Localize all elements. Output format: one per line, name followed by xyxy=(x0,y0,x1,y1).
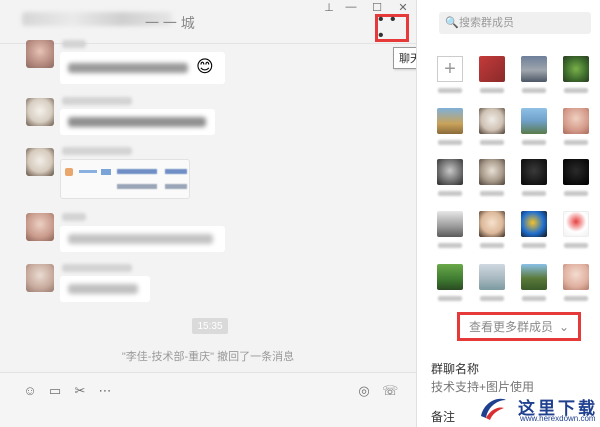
member-name-blurred xyxy=(438,88,462,93)
logo-icon xyxy=(481,398,506,420)
watermark-url: www.herexdown.com xyxy=(520,414,596,423)
member-name-blurred xyxy=(564,296,588,301)
member-avatar[interactable] xyxy=(521,264,547,290)
view-more-members-label: 查看更多群成员 xyxy=(468,320,553,334)
message-text-blurred xyxy=(68,284,138,294)
folder-icon[interactable]: ▭ xyxy=(47,383,63,399)
member-avatar[interactable] xyxy=(521,56,547,82)
message-text-blurred xyxy=(68,117,206,127)
chat-info-button[interactable]: • • • xyxy=(375,11,409,44)
more-icon: • • • xyxy=(378,11,397,44)
member-avatar[interactable] xyxy=(479,108,505,134)
member-avatar[interactable] xyxy=(437,264,463,290)
member-avatar[interactable] xyxy=(521,159,547,185)
search-placeholder: 搜索群成员 xyxy=(459,17,514,29)
member-avatar[interactable] xyxy=(563,264,589,290)
member-name-blurred xyxy=(438,296,462,301)
member-avatar[interactable] xyxy=(563,56,589,82)
member-name-blurred xyxy=(564,191,588,196)
watermark-logo: 这里下载 www.herexdown.com xyxy=(470,392,600,427)
message-text-blurred xyxy=(68,234,213,244)
member-avatar[interactable] xyxy=(521,211,547,237)
member-avatar[interactable] xyxy=(437,108,463,134)
member-name-blurred xyxy=(438,140,462,145)
member-name-blurred xyxy=(480,296,504,301)
group-title: 一 一 城 xyxy=(145,15,195,31)
chevron-down-icon: ⌄ xyxy=(558,319,570,334)
message-text-blurred xyxy=(68,63,188,73)
member-name-blurred xyxy=(522,243,546,248)
avatar[interactable] xyxy=(26,213,54,241)
sender-name-blurred xyxy=(62,97,132,105)
member-avatar[interactable] xyxy=(479,211,505,237)
add-member-button[interactable]: + xyxy=(437,56,463,82)
member-name-blurred xyxy=(522,88,546,93)
member-avatar[interactable] xyxy=(563,108,589,134)
message-bubble[interactable] xyxy=(60,226,225,252)
member-search-input[interactable]: 🔍 搜索群成员 xyxy=(439,12,591,34)
member-name-blurred xyxy=(480,88,504,93)
message-bubble[interactable]: 😊 xyxy=(60,52,225,84)
recall-notice: "李佳-技术部-重庆" 撤回了一条消息 xyxy=(121,351,295,363)
message-bubble[interactable] xyxy=(60,276,150,302)
message-bubble[interactable] xyxy=(60,109,215,135)
image-element xyxy=(101,169,111,175)
sender-name-blurred xyxy=(62,264,132,272)
member-name-blurred xyxy=(438,191,462,196)
emoji-smile: 😊 xyxy=(196,57,214,76)
voice-call-icon[interactable]: ◎ xyxy=(356,383,372,399)
scissors-icon[interactable]: ✂ xyxy=(72,383,88,399)
phone-icon[interactable]: ☏ xyxy=(382,383,398,399)
member-name-blurred xyxy=(522,191,546,196)
member-avatar[interactable] xyxy=(437,159,463,185)
chat-info-panel: 🔍 搜索群成员 + 查看更多群成员 ⌄ 群聊名称 技术支持+图片使用 备注 xyxy=(416,0,600,427)
group-name-label: 群聊名称 xyxy=(431,362,480,376)
member-avatar[interactable] xyxy=(479,159,505,185)
avatar[interactable] xyxy=(26,98,54,126)
member-name-blurred xyxy=(564,243,588,248)
sender-name-blurred xyxy=(62,213,86,221)
chat-bubble-icon[interactable]: ⋯ xyxy=(97,383,113,399)
member-name-blurred xyxy=(564,88,588,93)
avatar[interactable] xyxy=(26,40,54,68)
image-element xyxy=(165,184,187,189)
member-avatar[interactable] xyxy=(479,56,505,82)
member-avatar[interactable] xyxy=(563,211,589,237)
member-name-blurred xyxy=(522,140,546,145)
member-name-blurred xyxy=(438,243,462,248)
image-element xyxy=(165,169,187,174)
title-bar: 一 一 城 ⊥ — ☐ ✕ • • • xyxy=(0,0,416,44)
sender-name-blurred xyxy=(62,40,86,48)
image-element xyxy=(65,168,73,176)
member-name-blurred xyxy=(522,296,546,301)
image-element xyxy=(117,184,157,189)
search-icon: 🔍 xyxy=(445,17,459,29)
minimize-button[interactable]: — xyxy=(340,1,362,13)
pin-icon[interactable]: ⊥ xyxy=(318,1,340,14)
view-more-members-button[interactable]: 查看更多群成员 ⌄ xyxy=(457,312,581,341)
avatar[interactable] xyxy=(26,148,54,176)
chat-area: 一 一 城 ⊥ — ☐ ✕ • • • 聊天信息 😊 xyxy=(0,0,449,427)
image-message[interactable] xyxy=(60,159,190,199)
image-element xyxy=(79,170,97,173)
time-divider: 15:35 xyxy=(192,318,228,334)
image-element xyxy=(117,169,157,174)
member-avatar[interactable] xyxy=(437,211,463,237)
member-name-blurred xyxy=(480,191,504,196)
member-name-blurred xyxy=(564,140,588,145)
member-name-blurred xyxy=(480,140,504,145)
remark-label: 备注 xyxy=(431,410,456,424)
emoji-icon[interactable]: ☺ xyxy=(22,383,38,399)
input-toolbar: ☺ ▭ ✂ ⋯ ◎ ☏ xyxy=(0,372,416,427)
member-name-blurred xyxy=(480,243,504,248)
avatar[interactable] xyxy=(26,264,54,292)
member-avatar[interactable] xyxy=(563,159,589,185)
member-avatar[interactable] xyxy=(521,108,547,134)
sender-name-blurred xyxy=(62,147,132,155)
member-avatar[interactable] xyxy=(479,264,505,290)
